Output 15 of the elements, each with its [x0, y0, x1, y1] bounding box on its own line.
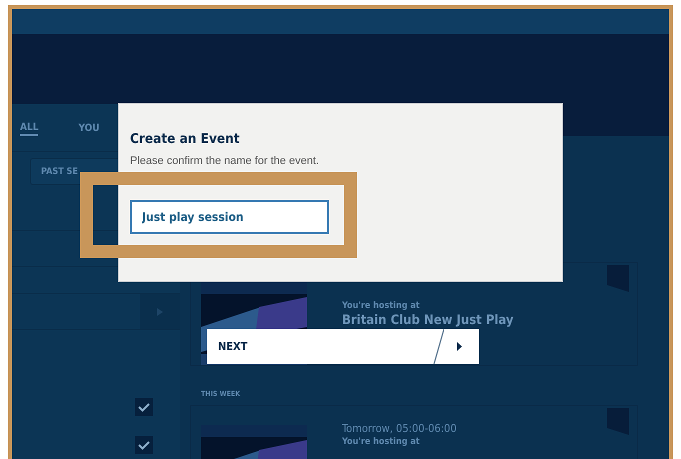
sidebar-selector[interactable] — [12, 293, 180, 330]
dialog-message: Please confirm the name for the event. — [130, 155, 319, 167]
checkbox[interactable] — [135, 436, 153, 454]
checkbox[interactable] — [135, 398, 153, 416]
filter-tab[interactable]: ALL — [20, 122, 38, 136]
club-name: Britain Club New Just Play — [342, 313, 514, 328]
next-button[interactable]: NEXT — [207, 329, 479, 364]
filter-tab[interactable]: YOU — [78, 122, 100, 136]
caret-icon — [157, 308, 163, 316]
session-time: Tomorrow, 05:00-06:00 — [342, 422, 457, 435]
slash-divider — [432, 329, 444, 364]
caret-icon — [457, 342, 462, 351]
dialog-title: Create an Event — [130, 131, 240, 147]
host-label: You're hosting at — [342, 437, 421, 447]
host-label: You're hosting at — [342, 301, 421, 311]
